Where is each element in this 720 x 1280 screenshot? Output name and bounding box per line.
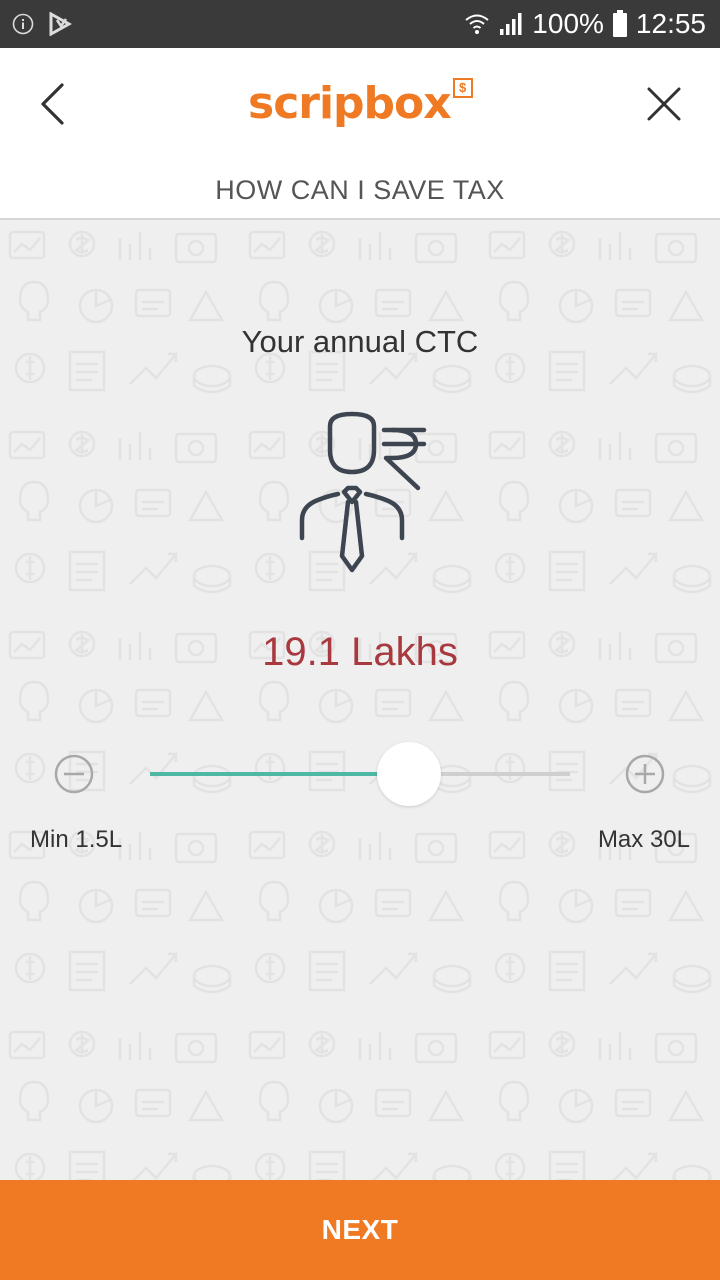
increase-button[interactable] bbox=[625, 754, 665, 794]
play-icon bbox=[48, 11, 73, 41]
page-subheader: HOW CAN I SAVE TAX bbox=[0, 160, 720, 220]
ctc-question: Your annual CTC bbox=[241, 324, 479, 359]
battery-level: 100% bbox=[532, 8, 604, 39]
close-button[interactable] bbox=[636, 78, 692, 134]
background-pattern bbox=[0, 220, 720, 1180]
next-button[interactable]: NEXT bbox=[0, 1180, 720, 1280]
status-bar-right: 100% 12:55 bbox=[464, 6, 706, 42]
slider-max-label: Max 30L bbox=[597, 826, 690, 853]
info-icon bbox=[12, 13, 34, 40]
status-bar-left bbox=[12, 11, 73, 41]
ctc-slider-track[interactable] bbox=[150, 772, 570, 776]
scripbox-logo: scripbox $ bbox=[248, 74, 473, 134]
page-title: HOW CAN I SAVE TAX bbox=[215, 175, 505, 205]
back-button[interactable] bbox=[24, 78, 80, 134]
ctc-value: 19.1 Lakhs bbox=[262, 630, 458, 674]
chevron-left-icon bbox=[38, 82, 66, 131]
person-rupee-icon bbox=[288, 410, 432, 578]
battery-icon bbox=[612, 10, 628, 38]
app-bar: scripbox $ bbox=[0, 48, 720, 160]
close-icon bbox=[646, 86, 682, 127]
slider-min-label: Min 1.5L bbox=[30, 826, 123, 853]
ctc-slider-thumb[interactable] bbox=[377, 742, 442, 806]
status-bar: 100% 12:55 bbox=[0, 0, 720, 48]
status-time: 12:55 bbox=[635, 8, 706, 39]
wifi-icon bbox=[464, 11, 490, 37]
plus-circle-icon bbox=[625, 754, 665, 798]
minus-circle-icon bbox=[54, 754, 94, 798]
signal-icon bbox=[498, 11, 524, 37]
main-content: Your annual CTC 19.1 Lakhs Min 1.5L Max … bbox=[0, 220, 720, 1180]
logo-badge: $ bbox=[452, 78, 473, 98]
logo-text: scripbox bbox=[248, 78, 452, 129]
decrease-button[interactable] bbox=[54, 754, 94, 794]
next-button-label: NEXT bbox=[321, 1214, 399, 1245]
ctc-slider-fill bbox=[150, 772, 410, 776]
